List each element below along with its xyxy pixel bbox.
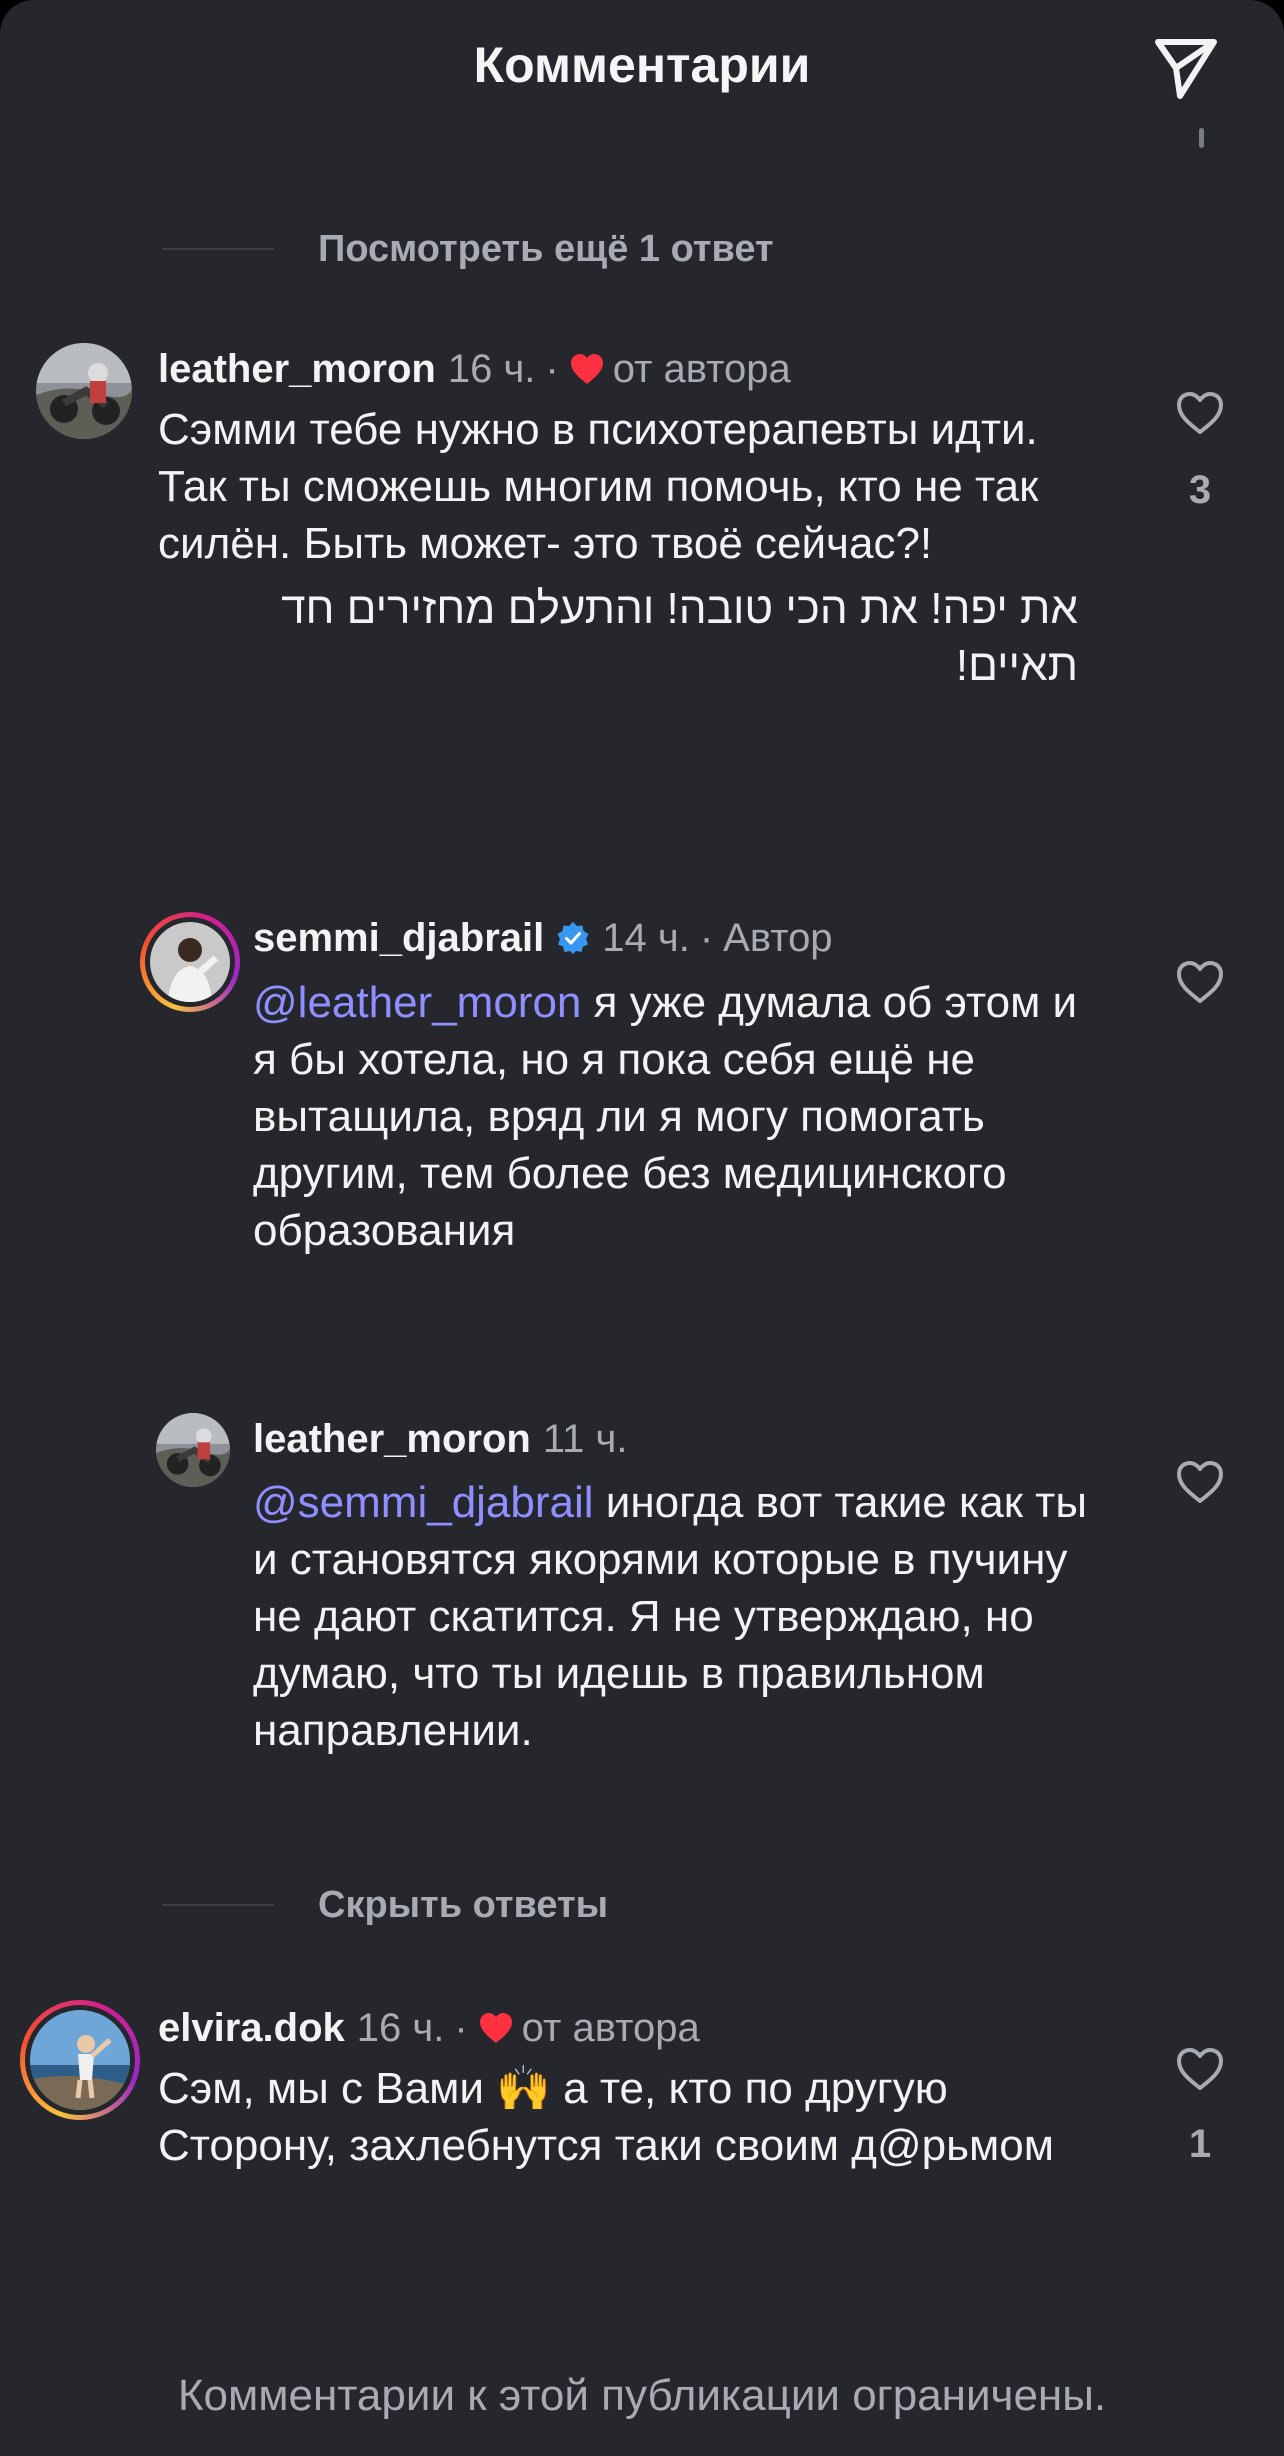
heart-outline-icon[interactable] xyxy=(1175,1459,1225,1505)
like-count[interactable]: 3 xyxy=(1170,465,1230,515)
page-title: Комментарии xyxy=(473,37,811,93)
author-label: Автор xyxy=(723,916,833,960)
replies-line xyxy=(162,248,274,250)
reply-text: @leather_moron я уже думала об этом и я … xyxy=(253,974,1113,1259)
header: Комментарии xyxy=(0,0,1284,130)
comment-text-he: את יפה! את הכי טובה! והתעלם מחזירים חד ת… xyxy=(281,584,1078,690)
comment-time: 11 ч. xyxy=(542,1417,628,1461)
scroll-indicator[interactable] xyxy=(1199,128,1204,148)
avatar xyxy=(30,2010,130,2110)
comment-header: leather_moron 16 ч. · от автора xyxy=(158,341,791,397)
heart-outline-icon[interactable] xyxy=(1175,390,1225,436)
username[interactable]: leather_moron xyxy=(253,1411,531,1467)
separator-dot: · xyxy=(545,347,559,391)
avatar-story-ring[interactable] xyxy=(20,2000,140,2120)
username[interactable]: elvira.dok xyxy=(158,2000,345,2056)
comment-text-ru: Сэмми тебе нужно в психотерапевты идти. … xyxy=(158,405,1039,568)
comment-text: Сэмми тебе нужно в психотерапевты идти. … xyxy=(158,401,1078,694)
comment-time: 16 ч. xyxy=(447,347,536,391)
replies-line xyxy=(162,1904,274,1906)
avatar[interactable] xyxy=(36,343,132,439)
reply-header: leather_moron 11 ч. xyxy=(253,1411,627,1467)
like-count[interactable]: 1 xyxy=(1170,2119,1230,2169)
comment-text-part: Сэм, мы с Вами xyxy=(158,2064,484,2113)
avatar-story-ring[interactable] xyxy=(140,912,240,1012)
comment-header: elvira.dok 16 ч. · от автора xyxy=(158,2000,700,2056)
view-more-replies-button[interactable]: Посмотреть ещё 1 ответ xyxy=(162,224,774,274)
hide-replies-button[interactable]: Скрыть ответы xyxy=(162,1880,608,1930)
reply-text: @semmi_djabrail иногда вот такие как ты … xyxy=(253,1474,1123,1759)
heart-filled-icon xyxy=(570,354,603,384)
author-liked-label: от автора xyxy=(612,347,791,391)
comment-text: Сэм, мы с Вами 🙌 а те, кто по другую Сто… xyxy=(158,2060,1088,2174)
comment-time: 16 ч. xyxy=(356,2006,445,2050)
username[interactable]: semmi_djabrail xyxy=(253,910,544,966)
heart-filled-icon xyxy=(479,2013,512,2043)
username[interactable]: leather_moron xyxy=(158,341,436,397)
comment-time: 14 ч. xyxy=(602,916,690,960)
paper-plane-icon[interactable] xyxy=(1150,32,1222,104)
verified-badge-icon xyxy=(557,922,589,954)
heart-outline-icon[interactable] xyxy=(1175,2046,1225,2092)
raised-hands-icon: 🙌 xyxy=(496,2064,551,2113)
view-more-replies-label: Посмотреть ещё 1 ответ xyxy=(318,228,774,270)
separator-dot: · xyxy=(454,2006,468,2050)
comments-sheet: Комментарии Посмотреть ещё 1 ответ leath… xyxy=(0,0,1284,2456)
mention-link[interactable]: @leather_moron xyxy=(253,978,581,1027)
author-liked-label: от автора xyxy=(521,2006,700,2050)
avatar[interactable] xyxy=(156,1413,230,1487)
mention-link[interactable]: @semmi_djabrail xyxy=(253,1478,594,1527)
comments-restricted-note: Комментарии к этой публикации ограничены… xyxy=(177,2371,1107,2420)
hide-replies-label: Скрыть ответы xyxy=(318,1884,609,1926)
avatar xyxy=(150,922,230,1002)
separator-dot: · xyxy=(699,916,714,960)
reply-header: semmi_djabrail 14 ч. · Автор xyxy=(253,910,833,966)
heart-outline-icon[interactable] xyxy=(1175,959,1225,1005)
